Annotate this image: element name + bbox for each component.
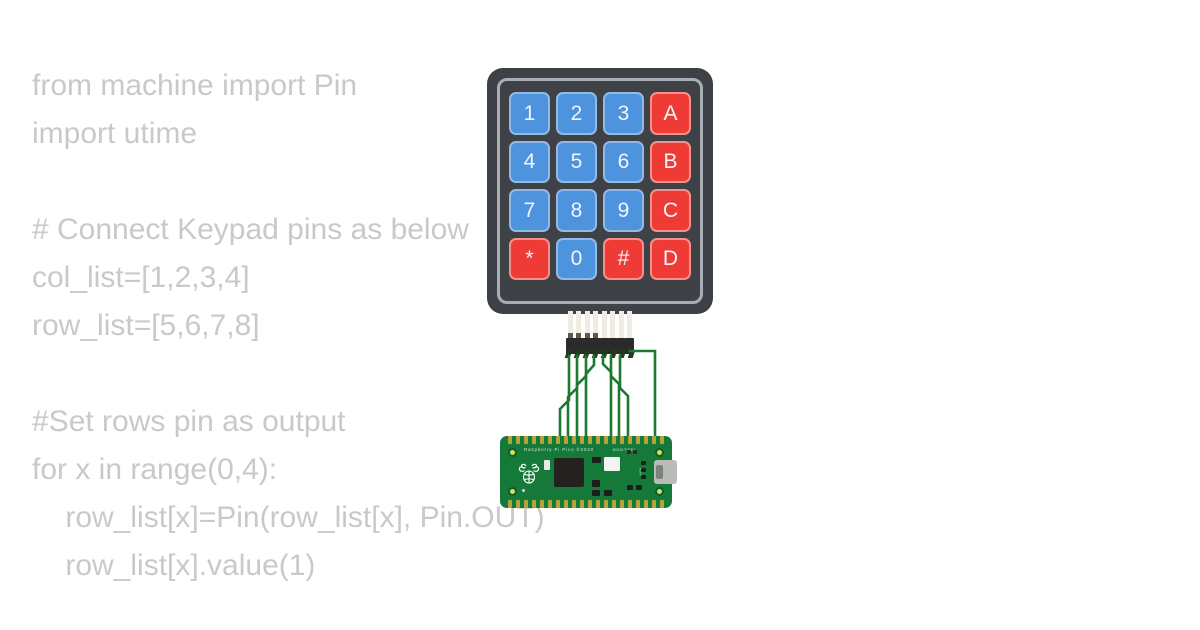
pico-pin (628, 436, 632, 444)
pico-pin (612, 436, 616, 444)
smd-component (592, 480, 600, 487)
pico-pin (660, 500, 664, 508)
rp2040-chip (554, 458, 584, 487)
pico-pin (580, 436, 584, 444)
pico-pin (548, 500, 552, 508)
pico-pin (596, 436, 600, 444)
pico-pin (524, 436, 528, 444)
pico-pin (572, 500, 576, 508)
trace-8 (628, 349, 657, 443)
smd-component (627, 485, 633, 490)
raspberry-pi-pico-board: Raspberry Pi Pico ©2020 BOOTSEL USB (500, 436, 677, 508)
mounting-hole (508, 448, 517, 457)
pico-bottom-pin-row (508, 500, 664, 508)
pico-pin (572, 436, 576, 444)
pico-pin (532, 436, 536, 444)
usb-solder-pad (641, 475, 646, 479)
trace-3 (575, 354, 588, 443)
pico-pin (636, 500, 640, 508)
smd-component (592, 457, 601, 463)
pico-pin (628, 500, 632, 508)
pico-top-pin-row (508, 436, 664, 444)
pin-1-marker (522, 489, 525, 492)
smd-component (627, 450, 631, 454)
pico-pin (580, 500, 584, 508)
pico-pin (508, 500, 512, 508)
usb-solder-pad (641, 468, 646, 472)
pico-pin (556, 500, 560, 508)
smd-component (636, 485, 642, 490)
smd-component (633, 450, 637, 454)
pico-pin (540, 436, 544, 444)
pico-pin (588, 436, 592, 444)
pico-pin (620, 436, 624, 444)
pico-pin (652, 436, 656, 444)
onboard-led (544, 460, 550, 470)
pico-pin (516, 436, 520, 444)
micro-usb-port[interactable] (654, 460, 677, 484)
pico-pin (644, 500, 648, 508)
pico-pin (564, 436, 568, 444)
pico-pin (620, 500, 624, 508)
pico-pin (604, 500, 608, 508)
mounting-hole (655, 448, 664, 457)
pico-pin (660, 436, 664, 444)
pico-silkscreen-label: Raspberry Pi Pico ©2020 (524, 447, 595, 452)
pico-pin (588, 500, 592, 508)
pico-pin (652, 500, 656, 508)
smd-component (592, 490, 600, 496)
pico-pin (564, 500, 568, 508)
pico-pin (516, 500, 520, 508)
pico-pin (548, 436, 552, 444)
pico-pin (612, 500, 616, 508)
pico-pin (532, 500, 536, 508)
hardware-illustration: 1 2 3 A 4 5 6 B 7 8 9 C * 0 # D Raspberr… (0, 0, 1200, 630)
pico-pin (524, 500, 528, 508)
pico-pin (508, 436, 512, 444)
trace-7 (618, 354, 630, 443)
smd-component (604, 490, 612, 496)
usb-solder-pad (641, 461, 646, 465)
pico-pin (596, 500, 600, 508)
flash-memory-chip (604, 457, 620, 471)
raspberry-pi-logo (518, 463, 540, 484)
pico-pin (636, 436, 640, 444)
pico-pin (540, 500, 544, 508)
mounting-hole (508, 487, 517, 496)
pcb-wiring-traces (558, 349, 657, 443)
pico-pin (644, 436, 648, 444)
pico-pin (556, 436, 560, 444)
mounting-hole (655, 487, 664, 496)
pico-pin (604, 436, 608, 444)
